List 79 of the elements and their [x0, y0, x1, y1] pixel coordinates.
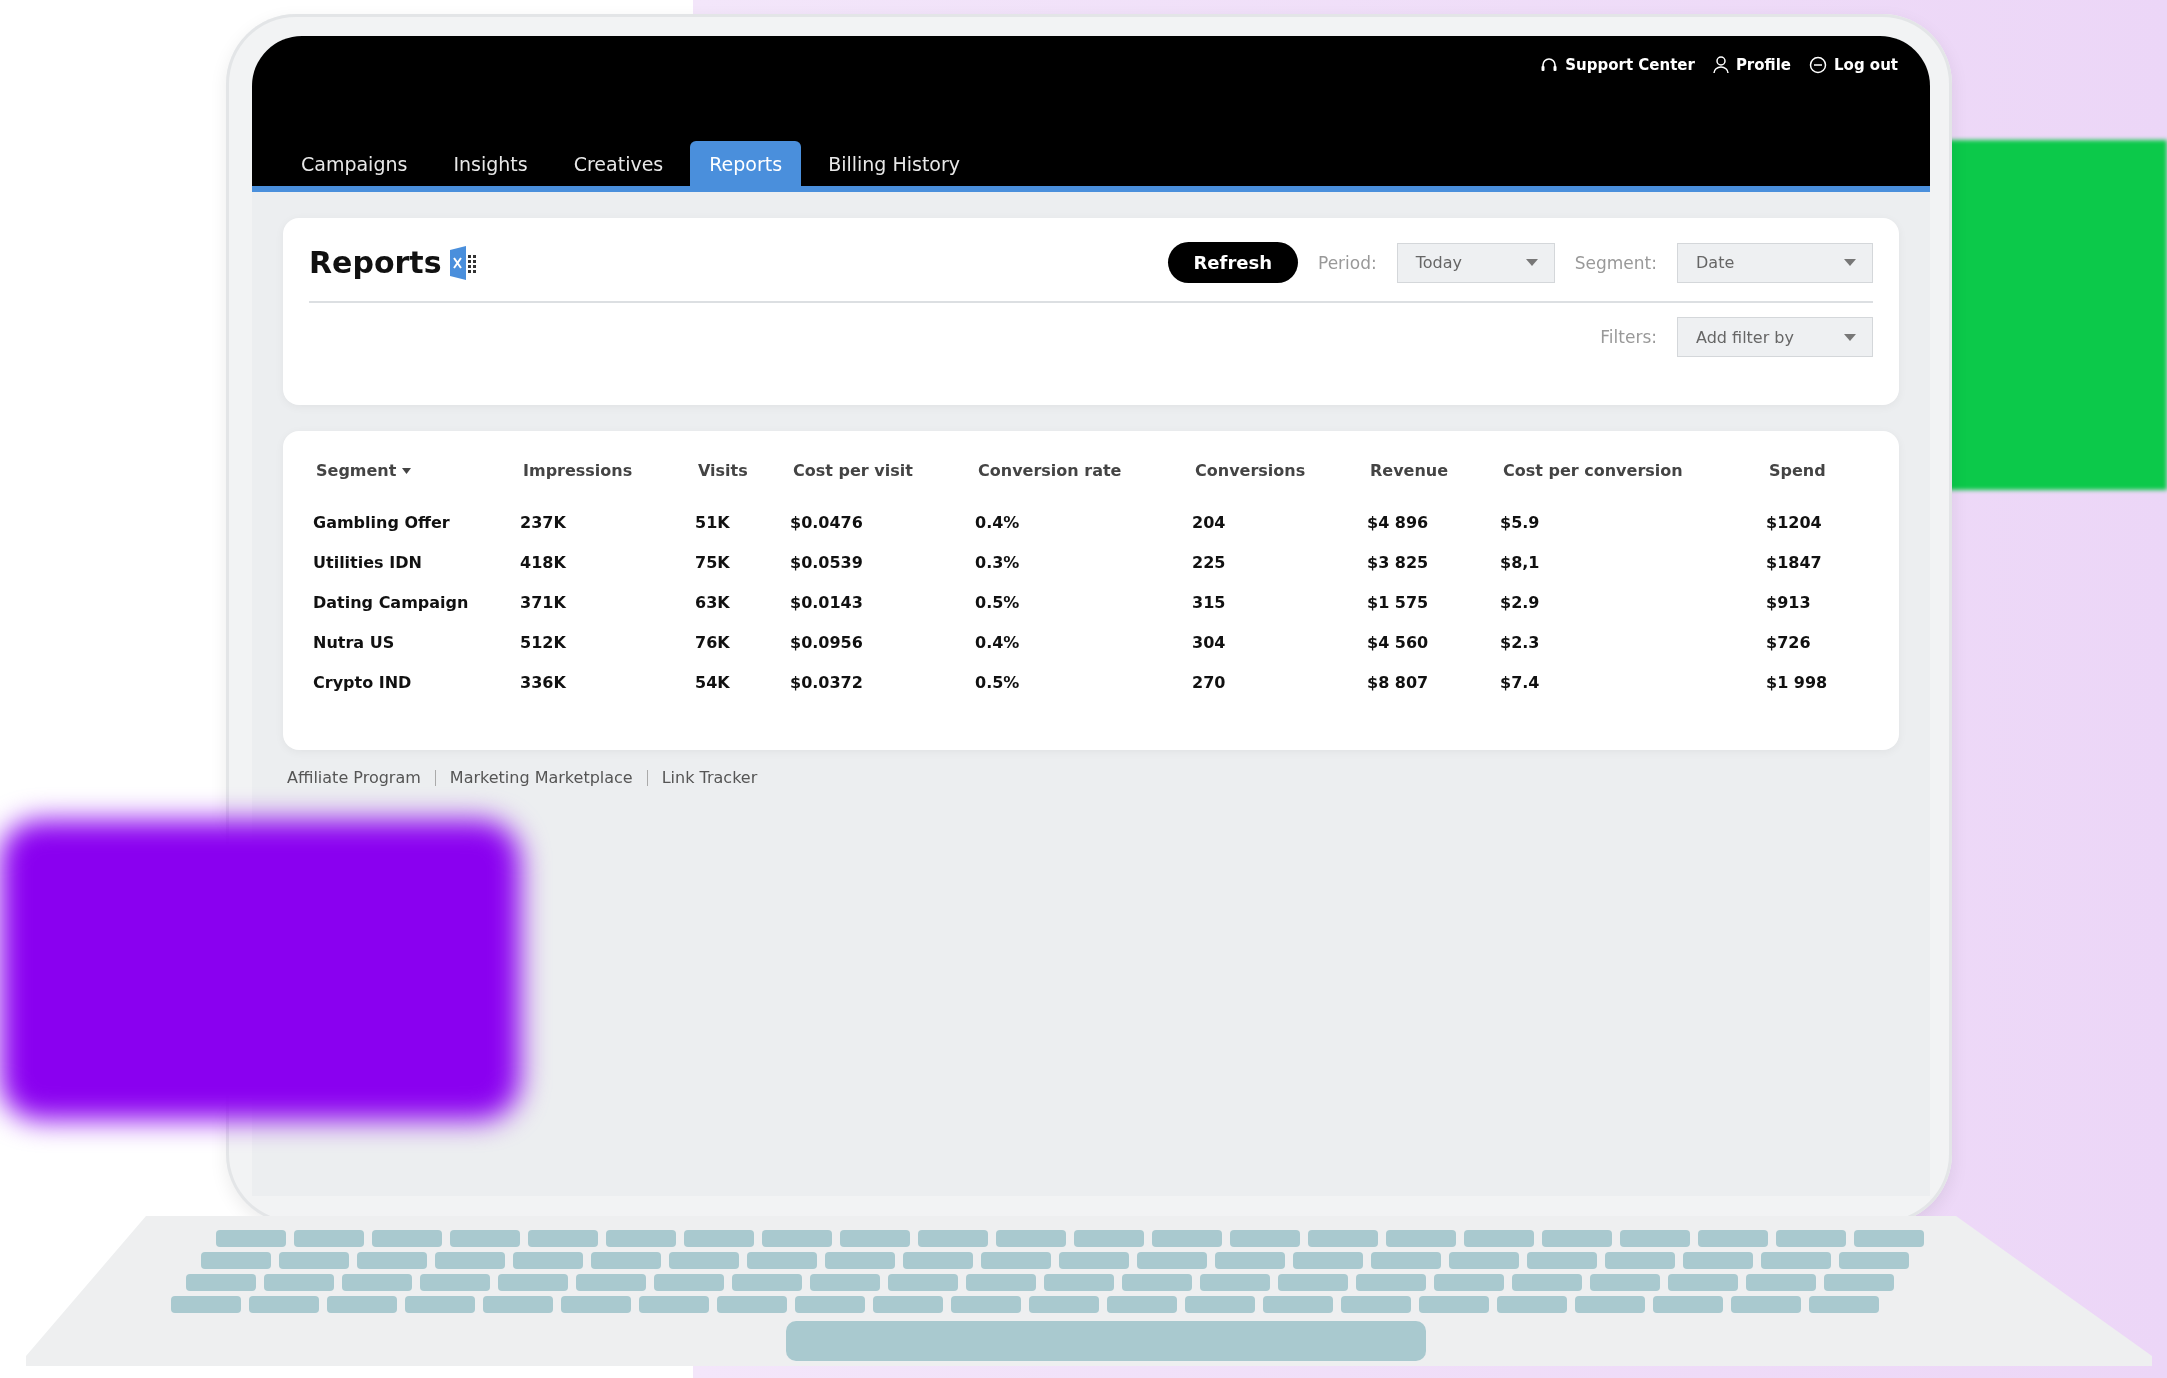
table-cell-text: 63K — [695, 591, 731, 614]
segment-label: Segment: — [1574, 252, 1657, 273]
caret-icon — [1525, 259, 1538, 266]
table-cell-text: 225 — [1192, 551, 1227, 574]
table-cell-text: 237K — [520, 511, 567, 534]
table-cell-text: 512K — [520, 631, 567, 654]
table-cell-text: $1847 — [1766, 551, 1823, 574]
table-cell-text: 0.4% — [975, 631, 1021, 654]
header-link[interactable]: Profile — [1712, 56, 1791, 74]
table-cell-text: 204 — [1192, 511, 1227, 534]
table-cell-text: 54K — [695, 671, 731, 694]
filter-dropdown[interactable]: Add filter by — [1677, 317, 1873, 357]
table-cell-text: Crypto IND — [313, 671, 413, 694]
period-dropdown[interactable]: Today — [1396, 242, 1555, 283]
table-cell-text: $2.9 — [1500, 591, 1541, 614]
table-cell-text: 418K — [520, 551, 567, 574]
person-icon — [1712, 56, 1729, 74]
column-header[interactable]: Segment — [313, 461, 520, 502]
table-cell-text: 0.5% — [975, 671, 1021, 694]
filters-label: Filters: — [1600, 327, 1657, 347]
table-cell-text: $913 — [1766, 591, 1812, 614]
column-header[interactable]: Spend — [1766, 461, 1869, 502]
refresh-button[interactable]: Refresh — [1167, 242, 1298, 283]
column-header[interactable]: Visits — [695, 461, 790, 502]
header-link[interactable]: Log out — [1809, 56, 1898, 74]
table-cell-text: $1204 — [1766, 511, 1823, 534]
table-cell-text: 0.5% — [975, 591, 1021, 614]
table-cell-text: $1 575 — [1367, 591, 1430, 614]
table-cell-text: 336K — [520, 671, 567, 694]
table-cell-text: $3 825 — [1367, 551, 1430, 574]
table-cell-text: Gambling Offer — [313, 511, 451, 534]
headset-icon — [1540, 57, 1559, 73]
column-header[interactable]: Cost per conversion — [1500, 461, 1766, 502]
segment-dropdown[interactable]: Date — [1677, 242, 1873, 283]
column-header[interactable]: Conversions — [1192, 461, 1367, 502]
nav-tab[interactable]: Insights — [434, 141, 547, 186]
footer-link[interactable]: Affiliate Program — [287, 768, 421, 787]
table-cell-text: $726 — [1766, 631, 1812, 654]
table-cell-text: $0.0143 — [790, 591, 864, 614]
table-cell-text: $0.0476 — [790, 511, 864, 534]
page-title: Reports — [309, 245, 442, 280]
table-cell-text: 0.3% — [975, 551, 1021, 574]
table-cell-text: $0.0372 — [790, 671, 864, 694]
table-cell-text: $4 560 — [1367, 631, 1430, 654]
table-cell-text: Nutra US — [313, 631, 396, 654]
table-cell-text: $7.4 — [1500, 671, 1541, 694]
table-cell-text: $0.0956 — [790, 631, 864, 654]
table-cell-text: 315 — [1192, 591, 1227, 614]
table-cell-text: 270 — [1192, 671, 1227, 694]
caret-icon — [1844, 259, 1856, 266]
table-cell-text: 304 — [1192, 631, 1227, 654]
spreadsheet-icon[interactable] — [449, 245, 478, 280]
table-cell-text: Utilities IDN — [313, 551, 423, 574]
footer-link[interactable]: Marketing Marketplace — [449, 768, 633, 787]
footer-link[interactable]: Link Tracker — [661, 768, 758, 787]
table-cell-text: $8,1 — [1500, 551, 1541, 574]
nav-tab[interactable]: Campaigns — [282, 141, 427, 186]
table-cell-text: 0.4% — [975, 511, 1021, 534]
table-cell-text: Dating Campaign — [313, 591, 470, 614]
table-cell-text: 371K — [520, 591, 567, 614]
column-header[interactable]: Cost per visit — [790, 461, 975, 502]
header-link[interactable]: Support Center — [1540, 56, 1695, 74]
logout-icon — [1809, 56, 1827, 74]
table-cell-text: $5.9 — [1500, 511, 1541, 534]
table-cell-text: $1 998 — [1766, 671, 1829, 694]
nav-tab[interactable]: Creatives — [554, 141, 683, 186]
nav-tab[interactable]: Billing History — [809, 141, 980, 186]
table-cell-text: $2.3 — [1500, 631, 1541, 654]
table-cell-text: $4 896 — [1367, 511, 1430, 534]
column-header[interactable]: Conversion rate — [975, 461, 1192, 502]
table-cell-text: 75K — [695, 551, 731, 574]
table-cell-text: 51K — [695, 511, 731, 534]
table-cell-text: $8 807 — [1367, 671, 1430, 694]
column-header[interactable]: Revenue — [1367, 461, 1500, 502]
table-cell-text: 76K — [695, 631, 731, 654]
column-header[interactable]: Impressions — [520, 461, 695, 502]
caret-icon — [1844, 333, 1856, 341]
table-cell-text: $0.0539 — [790, 551, 864, 574]
period-label: Period: — [1318, 252, 1377, 273]
